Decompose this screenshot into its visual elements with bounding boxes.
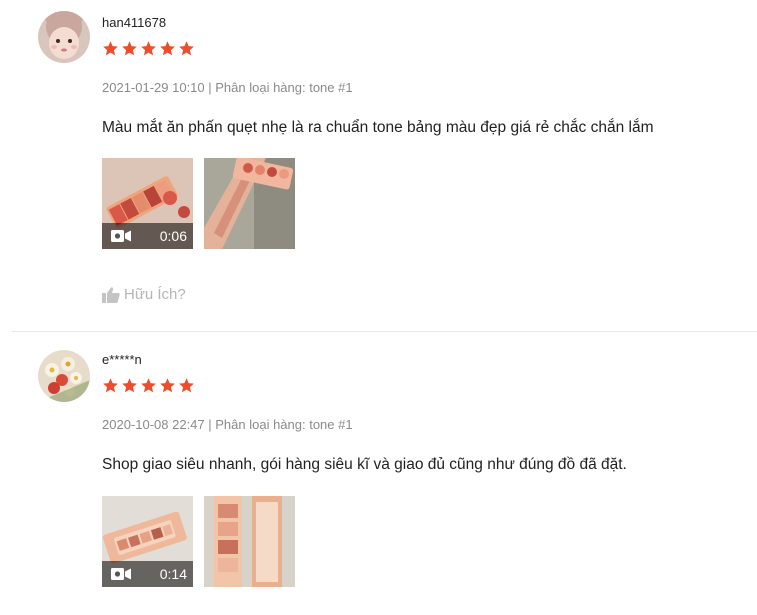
review-meta: 2021-01-29 10:10 | Phân loại hàng: tone …	[102, 80, 353, 95]
star-icon	[160, 41, 175, 56]
avatar[interactable]	[38, 350, 90, 402]
star-rating	[102, 40, 195, 57]
review-video-thumbnail[interactable]: 0:06	[102, 158, 193, 249]
star-icon	[141, 378, 156, 393]
review-item: e*****n 2020-10-08 22:47 | Phân loại hàn…	[0, 332, 757, 615]
star-icon	[103, 41, 118, 56]
review-video-thumbnail[interactable]: 0:14	[102, 496, 193, 587]
video-camera-icon	[111, 230, 131, 242]
username: han411678	[102, 15, 167, 30]
review-image-thumbnail[interactable]	[204, 158, 295, 249]
helpful-label: Hữu Ích?	[124, 286, 186, 303]
star-icon	[103, 378, 118, 393]
video-overlay: 0:06	[102, 223, 193, 249]
review-item: han411678 2021-01-29 10:10 | Phân loại h…	[0, 0, 757, 331]
review-comment: Shop giao siêu nhanh, gói hàng siêu kĩ v…	[102, 456, 627, 473]
star-icon	[160, 378, 175, 393]
review-image-thumbnail[interactable]	[204, 496, 295, 587]
star-icon	[122, 41, 137, 56]
review-meta: 2020-10-08 22:47 | Phân loại hàng: tone …	[102, 417, 353, 432]
username: e*****n	[102, 352, 142, 367]
video-overlay: 0:14	[102, 561, 193, 587]
video-camera-icon	[111, 568, 131, 580]
video-duration: 0:14	[159, 566, 187, 582]
star-icon	[179, 41, 194, 56]
star-icon	[179, 378, 194, 393]
avatar[interactable]	[38, 11, 90, 63]
star-icon	[122, 378, 137, 393]
video-duration: 0:06	[159, 228, 187, 244]
star-rating	[102, 377, 195, 394]
helpful-button[interactable]: Hữu Ích?	[102, 286, 186, 303]
review-comment: Màu mắt ăn phấn quẹt nhẹ là ra chuẩn ton…	[102, 119, 654, 136]
star-icon	[141, 41, 156, 56]
thumbs-up-icon	[102, 286, 120, 303]
